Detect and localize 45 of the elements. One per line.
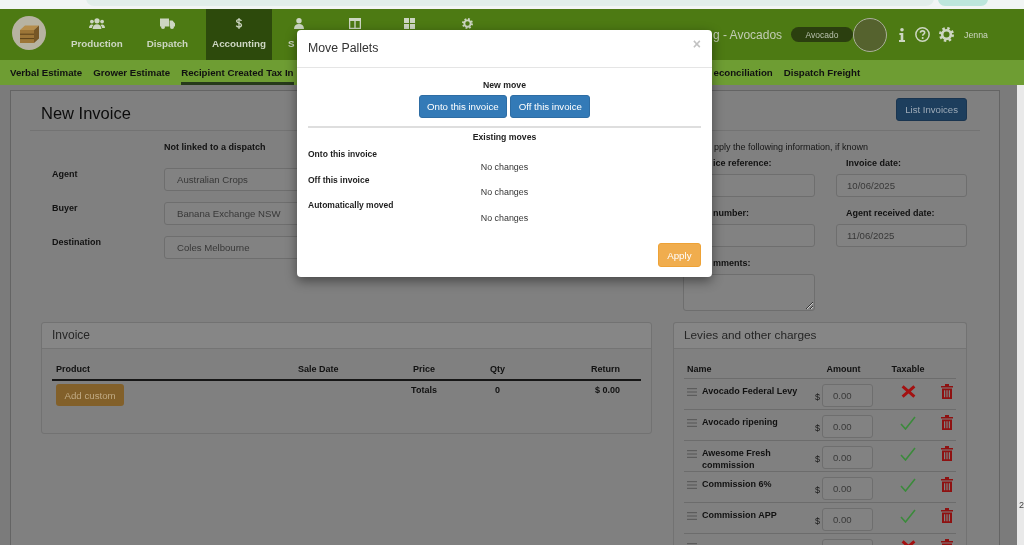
field-label: mments:	[713, 257, 751, 269]
totals-label: Totals	[411, 384, 437, 396]
totals-qty: 0	[495, 384, 500, 396]
currency-symbol: $	[815, 390, 821, 402]
field-label: Agent	[52, 168, 78, 180]
page-title: New Invoice	[41, 103, 131, 123]
column-header: Name	[687, 362, 712, 375]
field-label: ice reference:	[713, 157, 772, 169]
move-group-label: Off this invoice	[308, 174, 370, 185]
levy-name: Avocado ripening	[702, 416, 778, 429]
column-header: Price	[413, 363, 435, 375]
move-status: No changes	[480, 187, 529, 198]
field-label: Buyer	[52, 202, 78, 214]
dispatch-note: Not linked to a dispatch	[164, 141, 266, 153]
levy-name: Avocado Federal Levy	[702, 385, 798, 398]
section-heading: New move	[483, 79, 526, 91]
field-label: Invoice date:	[846, 157, 901, 169]
dialog-title: Move Pallets	[308, 40, 379, 56]
section-heading: Existing moves	[472, 131, 537, 143]
panel-title: Levies and other charges	[674, 323, 966, 349]
column-header: Return	[591, 363, 620, 375]
currency-symbol: $	[815, 514, 821, 526]
move-status: No changes	[480, 213, 529, 223]
move-status: No changes	[480, 161, 529, 172]
totals-return: $ 0.00	[594, 384, 620, 396]
levy-name: Commission APP	[702, 509, 777, 522]
currency-symbol: $	[815, 483, 821, 495]
column-header: Qty	[490, 363, 505, 375]
column-header: Taxable	[891, 362, 925, 375]
levy-name: Commission 6%	[702, 478, 772, 491]
move-group-label: Onto this invoice	[308, 149, 377, 159]
currency-symbol: $	[815, 452, 821, 464]
move-group-label: Automatically moved	[308, 200, 394, 211]
panel-title: Invoice	[42, 323, 651, 349]
column-header: Product	[56, 363, 90, 375]
field-label: number:	[713, 207, 749, 219]
app-title: g - Avocados	[712, 27, 783, 42]
info-note: pply the following information, if known	[714, 141, 869, 153]
edge-text: 2	[1019, 500, 1024, 510]
field-label: Destination	[52, 236, 101, 248]
currency-symbol: $	[815, 421, 821, 433]
column-header: Sale Date	[298, 363, 339, 375]
column-header: Amount	[826, 362, 861, 375]
field-label: Agent received date:	[846, 207, 935, 219]
levy-name: Awesome Fresh commission	[702, 447, 772, 472]
